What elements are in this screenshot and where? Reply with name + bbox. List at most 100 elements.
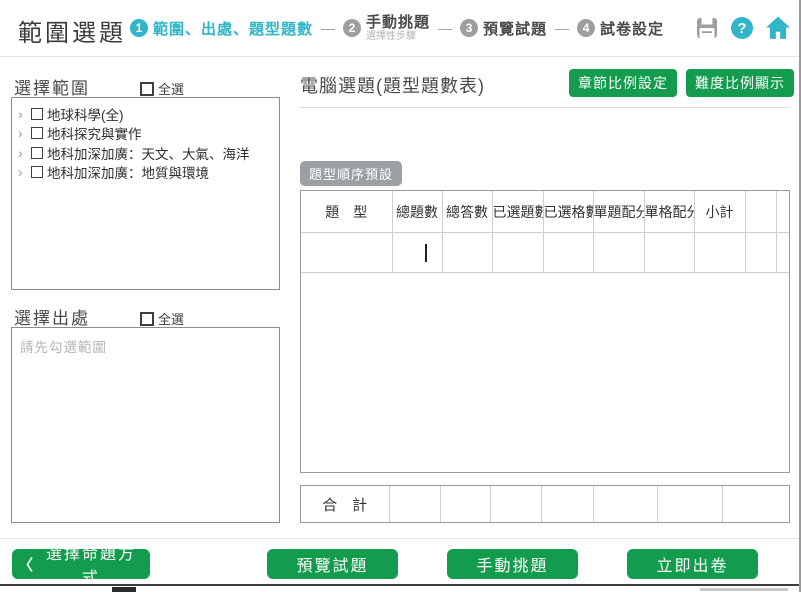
- tree-item-checkbox[interactable]: [31, 108, 43, 120]
- col-points-per-blank: 單格配分: [644, 191, 694, 233]
- back-button-label: 選擇命題方式: [38, 540, 144, 588]
- totals-row: 合 計: [301, 486, 789, 522]
- difficulty-ratio-button[interactable]: 難度比例顯示: [686, 69, 794, 97]
- totals-table: 合 計: [300, 485, 790, 523]
- tree-item-checkbox[interactable]: [31, 127, 43, 139]
- footer-divider: [0, 538, 801, 539]
- cell-points-per-question[interactable]: [593, 233, 644, 273]
- step-4-paper-settings[interactable]: 4 試卷設定: [577, 18, 664, 39]
- tree-item-checkbox[interactable]: [31, 147, 43, 159]
- range-select-all-checkbox[interactable]: [140, 82, 154, 96]
- totals-label: 合 計: [301, 486, 389, 522]
- cell-question-type[interactable]: [301, 233, 392, 273]
- ratio-buttons: 章節比例設定 難度比例顯示: [569, 69, 794, 97]
- table-header-row: 題 型 總題數 總答數 已選題數 已選格數 單題配分 單格配分 小計: [301, 191, 789, 233]
- step-2-label: 手動挑題: [366, 14, 430, 31]
- table-row: [301, 233, 789, 273]
- range-panel-title: 選擇範圍: [14, 74, 90, 99]
- question-order-badge[interactable]: 題型順序預設: [300, 161, 402, 186]
- manual-pick-button[interactable]: 手動挑題: [447, 549, 578, 579]
- cell-total-questions-input[interactable]: [392, 233, 442, 273]
- step-3-number-icon: 3: [460, 19, 478, 37]
- source-select-all[interactable]: 全選: [140, 309, 184, 328]
- header-icons: ?: [695, 16, 791, 40]
- step-separator: —: [438, 20, 452, 36]
- preview-questions-button[interactable]: 預覽試題: [267, 549, 398, 579]
- tree-item-label: 地科加深加廣：地質與環境: [47, 162, 209, 182]
- col-empty-1: [745, 191, 776, 233]
- col-points-per-question: 單題配分: [593, 191, 644, 233]
- col-subtotal: 小計: [694, 191, 745, 233]
- range-select-all-label: 全選: [158, 79, 184, 98]
- step-2-manual-pick[interactable]: 2 手動挑題 選擇性步驟: [343, 14, 430, 43]
- exam-builder-app: 範圍選題 1 範圍、出處、題型題數 — 2 手動挑題 選擇性步驟 — 3 預覽試…: [0, 0, 801, 592]
- step-separator: —: [321, 20, 335, 36]
- cell-empty-2: [776, 233, 789, 273]
- col-total-answers: 總答數: [442, 191, 492, 233]
- back-to-method-button[interactable]: 〈 選擇命題方式: [12, 549, 150, 579]
- cell-subtotal[interactable]: [694, 233, 745, 273]
- home-icon[interactable]: [765, 16, 791, 40]
- step-1-number-icon: 1: [130, 19, 148, 37]
- top-header: 範圍選題 1 範圍、出處、題型題數 — 2 手動挑題 選擇性步驟 — 3 預覽試…: [0, 0, 801, 57]
- totals-cell: [541, 486, 593, 522]
- step-4-number-icon: 4: [577, 19, 595, 37]
- totals-cell: [722, 486, 789, 522]
- source-select-all-checkbox[interactable]: [140, 312, 154, 326]
- tree-item-label: 地科加深加廣：天文、大氣、海洋: [47, 143, 250, 163]
- title-divider: [300, 107, 790, 108]
- cell-total-answers[interactable]: [442, 233, 492, 273]
- source-placeholder: 請先勾選範圍: [20, 336, 271, 356]
- chevron-right-icon[interactable]: ›: [18, 126, 27, 140]
- totals-cell: [657, 486, 722, 522]
- totals-cell: [490, 486, 541, 522]
- clipped-content-fragment: [700, 588, 788, 591]
- tree-item-astro-atmos-ocean[interactable]: › 地科加深加廣：天文、大氣、海洋: [18, 143, 275, 163]
- question-type-table: 題 型 總題數 總答數 已選題數 已選格數 單題配分 單格配分 小計: [300, 190, 790, 473]
- step-2-number-icon: 2: [343, 19, 361, 37]
- cell-empty-1: [745, 233, 776, 273]
- chevron-right-icon[interactable]: ›: [18, 146, 27, 160]
- help-icon[interactable]: ?: [731, 17, 753, 39]
- step-2-sublabel: 選擇性步驟: [366, 31, 430, 43]
- chapter-ratio-button[interactable]: 章節比例設定: [569, 69, 677, 97]
- tree-item-geology-environment[interactable]: › 地科加深加廣：地質與環境: [18, 163, 275, 183]
- step-3-preview[interactable]: 3 預覽試題: [460, 18, 547, 39]
- tree-item-checkbox[interactable]: [31, 166, 43, 178]
- source-select-all-label: 全選: [158, 309, 184, 328]
- main-panel-title: 電腦選題(題型題數表): [300, 72, 485, 98]
- col-selected-questions: 已選題數: [492, 191, 543, 233]
- step-3-label: 預覽試題: [483, 18, 547, 39]
- save-icon[interactable]: [695, 16, 719, 40]
- source-list: 請先勾選範圍: [11, 327, 280, 523]
- step-4-label: 試卷設定: [600, 18, 664, 39]
- range-select-all[interactable]: 全選: [140, 79, 184, 98]
- tree-item-earth-science[interactable]: › 地球科學(全): [18, 104, 275, 124]
- text-caret: [425, 244, 427, 262]
- clipped-content-fragment: [112, 587, 136, 592]
- col-question-type: 題 型: [301, 191, 392, 233]
- source-panel-title: 選擇出處: [14, 304, 90, 329]
- generate-paper-button[interactable]: 立即出卷: [627, 549, 758, 579]
- cell-points-per-blank[interactable]: [644, 233, 694, 273]
- page-title: 範圍選題: [18, 13, 126, 48]
- tree-item-label: 地球科學(全): [47, 104, 124, 124]
- totals-cell: [440, 486, 490, 522]
- tree-item-inquiry-practice[interactable]: › 地科探究與實作: [18, 124, 275, 144]
- step-separator: —: [555, 20, 569, 36]
- chevron-right-icon[interactable]: ›: [18, 107, 27, 121]
- cell-selected-questions[interactable]: [492, 233, 543, 273]
- cell-selected-blanks[interactable]: [543, 233, 593, 273]
- col-total-questions: 總題數: [392, 191, 442, 233]
- wizard-stepper: 1 範圍、出處、題型題數 — 2 手動挑題 選擇性步驟 — 3 預覽試題 — 4…: [130, 0, 664, 56]
- tree-item-label: 地科探究與實作: [47, 123, 142, 143]
- step-1-label: 範圍、出處、題型題數: [153, 18, 313, 39]
- chevron-right-icon[interactable]: ›: [18, 165, 27, 179]
- chevron-left-icon: 〈: [18, 554, 33, 575]
- totals-cell: [389, 486, 440, 522]
- col-selected-blanks: 已選格數: [543, 191, 593, 233]
- totals-cell: [593, 486, 657, 522]
- window-bottom-edge: [0, 584, 801, 586]
- step-1-range[interactable]: 1 範圍、出處、題型題數: [130, 18, 313, 39]
- range-tree: › 地球科學(全) › 地科探究與實作 › 地科加深加廣：天文、大氣、海洋 › …: [11, 97, 280, 290]
